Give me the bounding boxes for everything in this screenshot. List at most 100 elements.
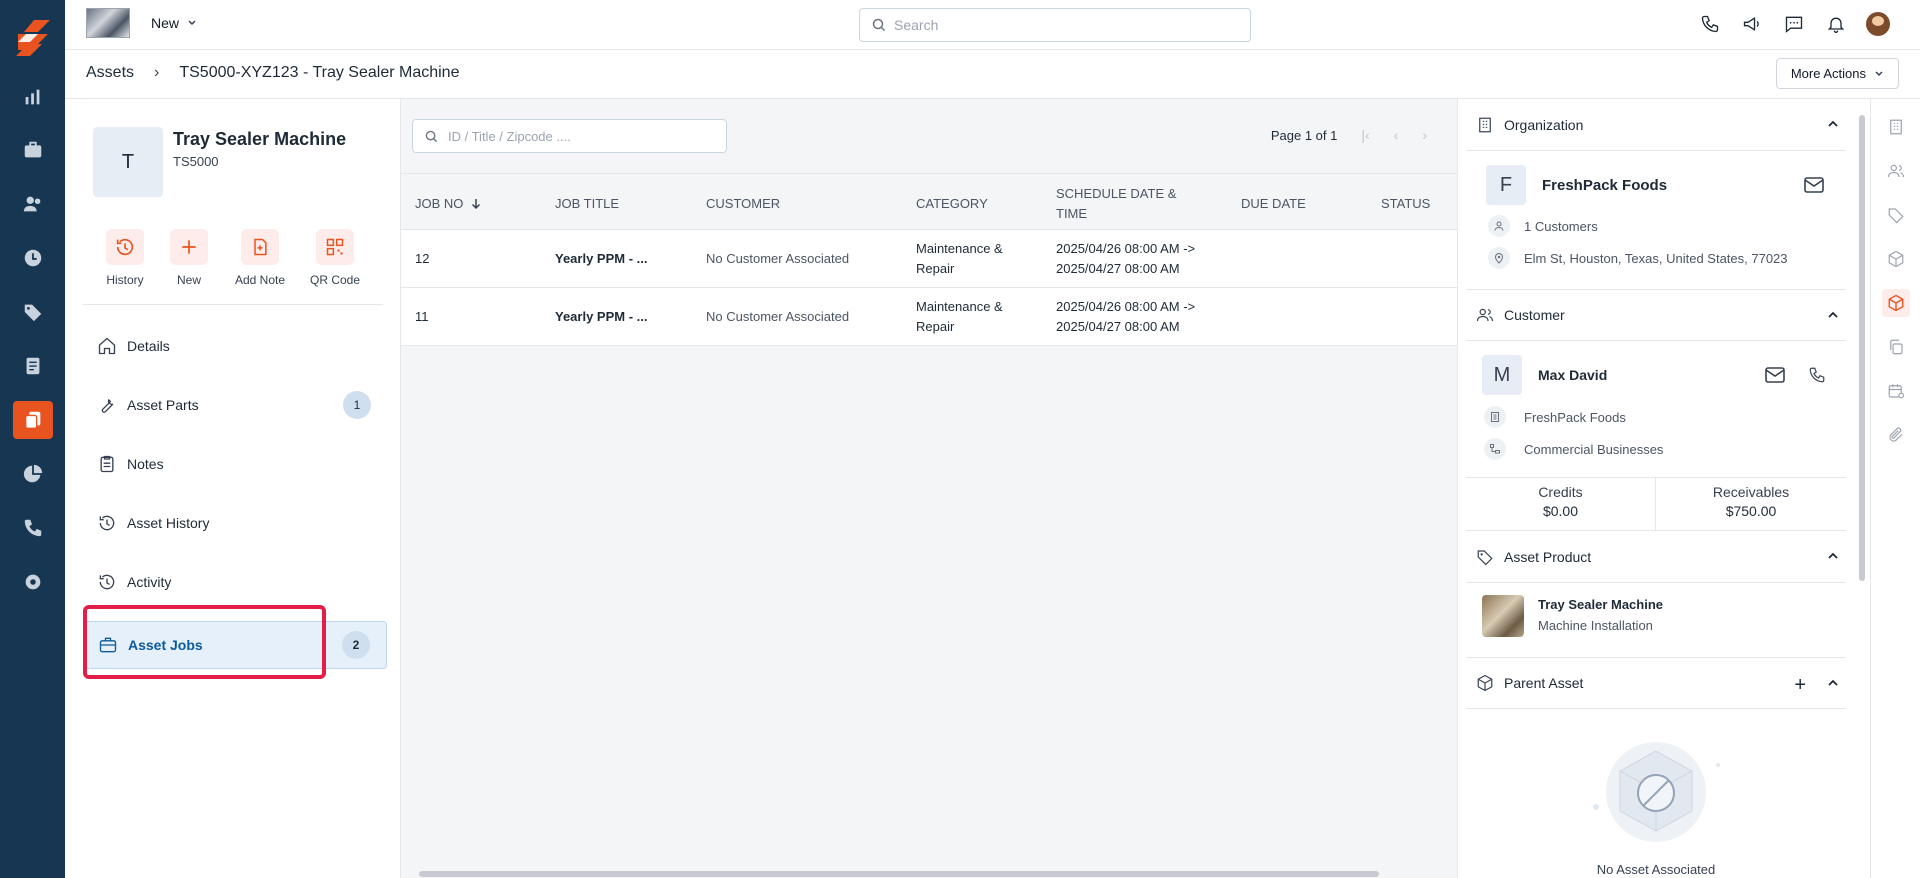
chat-icon[interactable] <box>1782 12 1806 36</box>
vertical-scrollbar[interactable] <box>1857 101 1867 878</box>
mail-icon[interactable] <box>1804 177 1824 193</box>
next-page-icon[interactable]: › <box>1422 127 1427 143</box>
col-due-date[interactable]: DUE DATE <box>1241 184 1306 224</box>
table-row[interactable]: 12 Yearly PPM - ... No Customer Associat… <box>401 230 1457 288</box>
first-page-icon[interactable]: |‹ <box>1361 127 1369 143</box>
jobs-briefcase-icon[interactable] <box>13 131 53 169</box>
cell-job-title[interactable]: Yearly PPM - ... <box>555 288 648 346</box>
users-icon[interactable] <box>1882 157 1910 185</box>
jobs-search-placeholder: ID / Title / Zipcode .... <box>448 128 571 144</box>
new-dropdown-button[interactable]: New <box>151 15 197 31</box>
tag-icon[interactable] <box>13 293 53 331</box>
new-action[interactable]: New <box>153 229 225 287</box>
history-action[interactable]: History <box>89 229 161 287</box>
scrollbar-thumb[interactable] <box>419 871 1379 877</box>
customer-type-row: Commercial Businesses <box>1484 438 1663 460</box>
asset-product-header[interactable]: Asset Product <box>1466 531 1846 583</box>
phone-icon[interactable] <box>1808 366 1826 384</box>
nav-asset-parts[interactable]: Asset Parts 1 <box>83 381 387 429</box>
nav-asset-history[interactable]: Asset History <box>83 499 387 547</box>
sort-arrow-down-icon <box>471 199 480 210</box>
add-parent-asset-icon[interactable]: + <box>1794 674 1806 697</box>
nav-details[interactable]: Details <box>83 322 387 370</box>
cube-icon[interactable] <box>1882 245 1910 273</box>
nav-activity-label: Activity <box>127 574 172 590</box>
customer-header[interactable]: Customer <box>1466 289 1846 341</box>
bell-icon[interactable] <box>1824 12 1848 36</box>
col-customer[interactable]: CUSTOMER <box>706 184 780 224</box>
megaphone-icon[interactable] <box>1740 12 1764 36</box>
receivables-label: Receivables <box>1712 484 1790 500</box>
clock-icon[interactable] <box>13 239 53 277</box>
customer-section: Customer M Max David FreshPack Foods Com… <box>1466 289 1846 531</box>
reports-pie-icon[interactable] <box>13 455 53 493</box>
more-actions-button[interactable]: More Actions <box>1775 58 1899 89</box>
parent-asset-header[interactable]: Parent Asset + <box>1466 657 1846 709</box>
building-icon[interactable] <box>1882 113 1910 141</box>
top-bar: New Search <box>65 0 1920 50</box>
chevron-up-icon[interactable] <box>1826 117 1840 131</box>
nav-activity[interactable]: Activity <box>83 558 387 606</box>
col-job-no[interactable]: JOB NO <box>415 184 481 224</box>
cell-customer: No Customer Associated <box>706 309 850 324</box>
add-note-action[interactable]: Add Note <box>224 229 296 287</box>
breadcrumb: Assets › TS5000-XYZ123 - Tray Sealer Mac… <box>86 64 459 82</box>
app-logo[interactable] <box>16 20 50 56</box>
col-schedule[interactable]: SCHEDULE DATE & TIME <box>1056 184 1196 224</box>
customer-avatar: M <box>1482 355 1522 395</box>
organization-name[interactable]: FreshPack Foods <box>1542 177 1667 194</box>
col-category[interactable]: CATEGORY <box>916 184 988 224</box>
user-avatar[interactable] <box>1866 12 1890 36</box>
history-action-label: History <box>106 273 144 287</box>
cell-job-title[interactable]: Yearly PPM - ... <box>555 230 648 288</box>
history-icon <box>97 572 117 592</box>
cube-active-icon[interactable] <box>1882 289 1910 317</box>
chevron-up-icon[interactable] <box>1826 549 1840 563</box>
organization-heading: Organization <box>1504 116 1584 133</box>
asset-jobs-count-badge: 2 <box>342 631 370 659</box>
invoice-icon[interactable] <box>13 347 53 385</box>
chevron-up-icon[interactable] <box>1826 308 1840 322</box>
nav-asset-history-label: Asset History <box>127 515 210 531</box>
table-row[interactable]: 11 Yearly PPM - ... No Customer Associat… <box>401 288 1457 346</box>
nav-notes-label: Notes <box>127 456 164 472</box>
organization-customers: 1 Customers <box>1524 218 1598 234</box>
breadcrumb-assets-link[interactable]: Assets <box>86 64 134 82</box>
qr-code-action-label: QR Code <box>309 273 361 287</box>
mail-icon[interactable] <box>1765 367 1785 383</box>
settings-gear-icon[interactable] <box>13 563 53 601</box>
new-action-label: New <box>176 273 201 287</box>
assets-icon[interactable] <box>13 401 53 439</box>
organization-header[interactable]: Organization <box>1466 99 1846 151</box>
scrollbar-thumb[interactable] <box>1859 115 1865 581</box>
customer-org-row: FreshPack Foods <box>1484 406 1626 428</box>
product-thumbnail <box>1482 595 1524 637</box>
chevron-up-icon[interactable] <box>1826 676 1840 690</box>
tag-icon[interactable] <box>1882 201 1910 229</box>
horizontal-scrollbar[interactable] <box>409 870 1449 878</box>
copy-icon[interactable] <box>1882 333 1910 361</box>
credits-block: Credits $0.00 <box>1466 478 1656 530</box>
prev-page-icon[interactable]: ‹ <box>1394 127 1399 143</box>
calendar-settings-icon[interactable] <box>1882 377 1910 405</box>
nav-notes[interactable]: Notes <box>83 440 387 488</box>
qr-code-action[interactable]: QR Code <box>299 229 371 287</box>
phone-call-icon[interactable] <box>1698 12 1722 36</box>
table-header: JOB NO JOB TITLE CUSTOMER CATEGORY SCHED… <box>401 173 1457 230</box>
dashboard-icon[interactable] <box>13 78 53 116</box>
customer-card[interactable]: M Max David <box>1482 355 1607 395</box>
paperclip-icon[interactable] <box>1882 421 1910 449</box>
global-search-input[interactable]: Search <box>859 8 1251 42</box>
organization-card[interactable]: F FreshPack Foods <box>1486 165 1667 205</box>
customer-name[interactable]: Max David <box>1538 367 1607 383</box>
asset-name: Tray Sealer Machine <box>173 129 347 149</box>
col-status[interactable]: STATUS <box>1381 184 1430 224</box>
product-name[interactable]: Tray Sealer Machine <box>1538 597 1663 612</box>
customers-icon[interactable] <box>13 185 53 223</box>
jobs-search-input[interactable]: ID / Title / Zipcode .... <box>412 119 727 153</box>
col-job-title[interactable]: JOB TITLE <box>555 184 619 224</box>
phone-icon[interactable] <box>13 509 53 547</box>
user-icon <box>1488 215 1510 237</box>
tag-icon <box>1477 549 1493 565</box>
hierarchy-icon <box>1484 438 1506 460</box>
